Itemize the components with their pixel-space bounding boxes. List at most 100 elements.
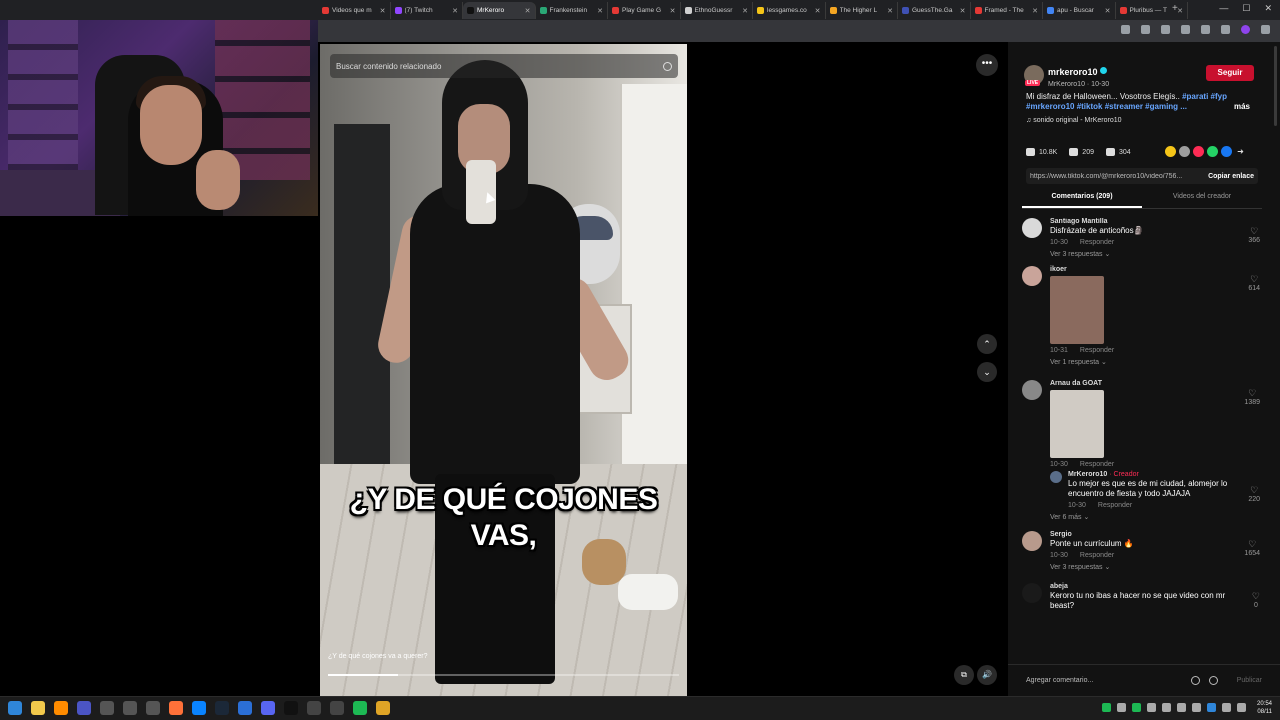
steam-icon[interactable]: [215, 701, 229, 715]
share-icon[interactable]: [1165, 146, 1176, 157]
commenter-avatar[interactable]: [1022, 583, 1042, 603]
comment-button[interactable]: 209: [1069, 148, 1094, 156]
tiktok-icon[interactable]: [284, 701, 298, 715]
menu-kebab-icon[interactable]: [1261, 25, 1270, 34]
panel-scrollbar[interactable]: [1274, 46, 1277, 126]
app-icon-4[interactable]: [146, 701, 160, 715]
app-icon-5[interactable]: [192, 701, 206, 715]
tab-close-icon[interactable]: ✕: [1032, 7, 1038, 15]
description-tags-1[interactable]: #parati #fyp: [1182, 92, 1227, 101]
browser-tab[interactable]: lessgames.co ✕: [753, 2, 826, 19]
taskbar-clock[interactable]: 20:54 08/11: [1257, 700, 1272, 716]
view-more-replies[interactable]: Ver 6 más ⌄: [1050, 513, 1270, 521]
video-player[interactable]: Buscar contenido relacionado ¿Y DE QUÉ C…: [320, 44, 687, 696]
heart-outline-icon[interactable]: ♡: [1244, 539, 1260, 550]
tab-close-icon[interactable]: ✕: [887, 7, 893, 15]
description-more-link[interactable]: más: [1234, 102, 1250, 112]
browser-tab[interactable]: apu - Buscar ✕: [1043, 2, 1116, 19]
comment-image[interactable]: [1050, 276, 1104, 344]
tab-close-icon[interactable]: ✕: [452, 7, 458, 15]
publish-button[interactable]: Publicar: [1237, 677, 1262, 684]
commenter-avatar[interactable]: [1022, 266, 1042, 286]
tray-icon-5[interactable]: [1162, 703, 1171, 712]
profile-avatar-icon[interactable]: [1241, 25, 1250, 34]
share-icon[interactable]: [1193, 146, 1204, 157]
reply-button[interactable]: Responder: [1080, 239, 1114, 246]
tab-close-icon[interactable]: ✕: [1177, 7, 1183, 15]
tab-close-icon[interactable]: ✕: [380, 7, 386, 15]
share-arrow-icon[interactable]: ➜: [1235, 146, 1246, 157]
extensions-puzzle-icon[interactable]: [1181, 25, 1190, 34]
commenter-name[interactable]: ikoer: [1050, 266, 1270, 273]
view-replies-link[interactable]: Ver 3 respuestas ⌄: [1050, 563, 1270, 571]
view-replies-link[interactable]: Ver 3 respuestas ⌄: [1050, 250, 1270, 258]
add-comment-input[interactable]: Agregar comentario...: [1026, 677, 1191, 684]
tray-icon-4[interactable]: [1147, 703, 1156, 712]
previous-video-button[interactable]: ⌃: [977, 334, 997, 354]
creator-reply-name[interactable]: MrKeroro10: [1068, 471, 1107, 478]
next-video-button[interactable]: ⌄: [977, 362, 997, 382]
spotify-icon[interactable]: [353, 701, 367, 715]
author-avatar[interactable]: LIVE: [1024, 65, 1044, 86]
browser-tab[interactable]: The Higher L ✕: [826, 2, 898, 19]
creator-reply-button[interactable]: Responder: [1098, 502, 1132, 509]
tab-close-icon[interactable]: ✕: [960, 7, 966, 15]
like-button[interactable]: 10.8K: [1026, 148, 1057, 156]
commenter-avatar[interactable]: [1022, 531, 1042, 551]
tab-close-icon[interactable]: ✕: [597, 7, 603, 15]
tab-close-icon[interactable]: ✕: [525, 7, 531, 15]
heart-outline-icon[interactable]: ♡: [1252, 591, 1260, 602]
share-icon[interactable]: [1221, 146, 1232, 157]
volume-button[interactable]: 🔊: [977, 665, 997, 685]
commenter-name[interactable]: Santiago Mantilla: [1050, 218, 1270, 225]
search-app-icon[interactable]: [54, 701, 68, 715]
new-tab-button[interactable]: +: [1172, 3, 1178, 14]
app-icon-2[interactable]: [100, 701, 114, 715]
pip-button[interactable]: ⧉: [954, 665, 974, 685]
browser-tab[interactable]: Play Game G ✕: [608, 2, 681, 19]
tray-icon-3[interactable]: [1132, 703, 1141, 712]
chrome-icon[interactable]: [376, 701, 390, 715]
tray-icon-8[interactable]: [1207, 703, 1216, 712]
browser-tab[interactable]: Videos que m ✕: [318, 2, 391, 19]
view-replies-link[interactable]: Ver 1 respuesta ⌄: [1050, 358, 1270, 366]
save-button[interactable]: 304: [1105, 148, 1131, 156]
volume-icon[interactable]: [1237, 703, 1246, 712]
commenter-name[interactable]: Sergio: [1050, 531, 1270, 538]
app-icon-3[interactable]: [123, 701, 137, 715]
firefox-icon[interactable]: [169, 701, 183, 715]
app-icon-6[interactable]: [238, 701, 252, 715]
app-icon-7[interactable]: [307, 701, 321, 715]
copy-link-button[interactable]: Copiar enlace: [1208, 173, 1254, 180]
app-icon-8[interactable]: [330, 701, 344, 715]
heart-outline-icon[interactable]: ♡: [1244, 388, 1260, 399]
creator-avatar[interactable]: [1050, 471, 1062, 483]
commenter-avatar[interactable]: [1022, 380, 1042, 400]
video-url[interactable]: https://www.tiktok.com/@mrkeroro10/video…: [1030, 173, 1202, 180]
bookmark-star-icon[interactable]: [1141, 25, 1150, 34]
heart-outline-icon[interactable]: ♡: [1248, 226, 1260, 237]
commenter-name[interactable]: abeja: [1050, 583, 1270, 590]
bookmarks-icon[interactable]: [1201, 25, 1210, 34]
browser-tab[interactable]: GuessThe.Ga ✕: [898, 2, 971, 19]
reply-button[interactable]: Responder: [1080, 552, 1114, 559]
cast-icon[interactable]: [1221, 25, 1230, 34]
reply-button[interactable]: Responder: [1080, 347, 1114, 354]
related-search-bar[interactable]: Buscar contenido relacionado: [330, 54, 678, 78]
maximize-icon[interactable]: ☐: [1242, 3, 1250, 14]
start-icon[interactable]: [8, 701, 22, 715]
tab-close-icon[interactable]: ✕: [742, 7, 748, 15]
install-icon[interactable]: [1121, 25, 1130, 34]
browser-tab[interactable]: Frankenstein ✕: [536, 2, 608, 19]
commenter-name[interactable]: Arnau da GOAT: [1050, 380, 1270, 387]
tab-creator-videos[interactable]: Videos del creador: [1142, 193, 1262, 208]
emoji-icon[interactable]: [1208, 676, 1218, 685]
sound-link[interactable]: ♫ sonido original - MrKeroro10: [1026, 117, 1122, 124]
heart-outline-icon[interactable]: ♡: [1248, 274, 1260, 285]
video-progress-bar[interactable]: [328, 674, 679, 676]
tab-comments[interactable]: Comentarios (209): [1022, 193, 1142, 208]
browser-tab[interactable]: MrKeroro ✕: [463, 2, 536, 19]
author-name[interactable]: mrkeroro10: [1048, 67, 1098, 77]
more-options-button[interactable]: •••: [976, 54, 998, 76]
tab-close-icon[interactable]: ✕: [815, 7, 821, 15]
